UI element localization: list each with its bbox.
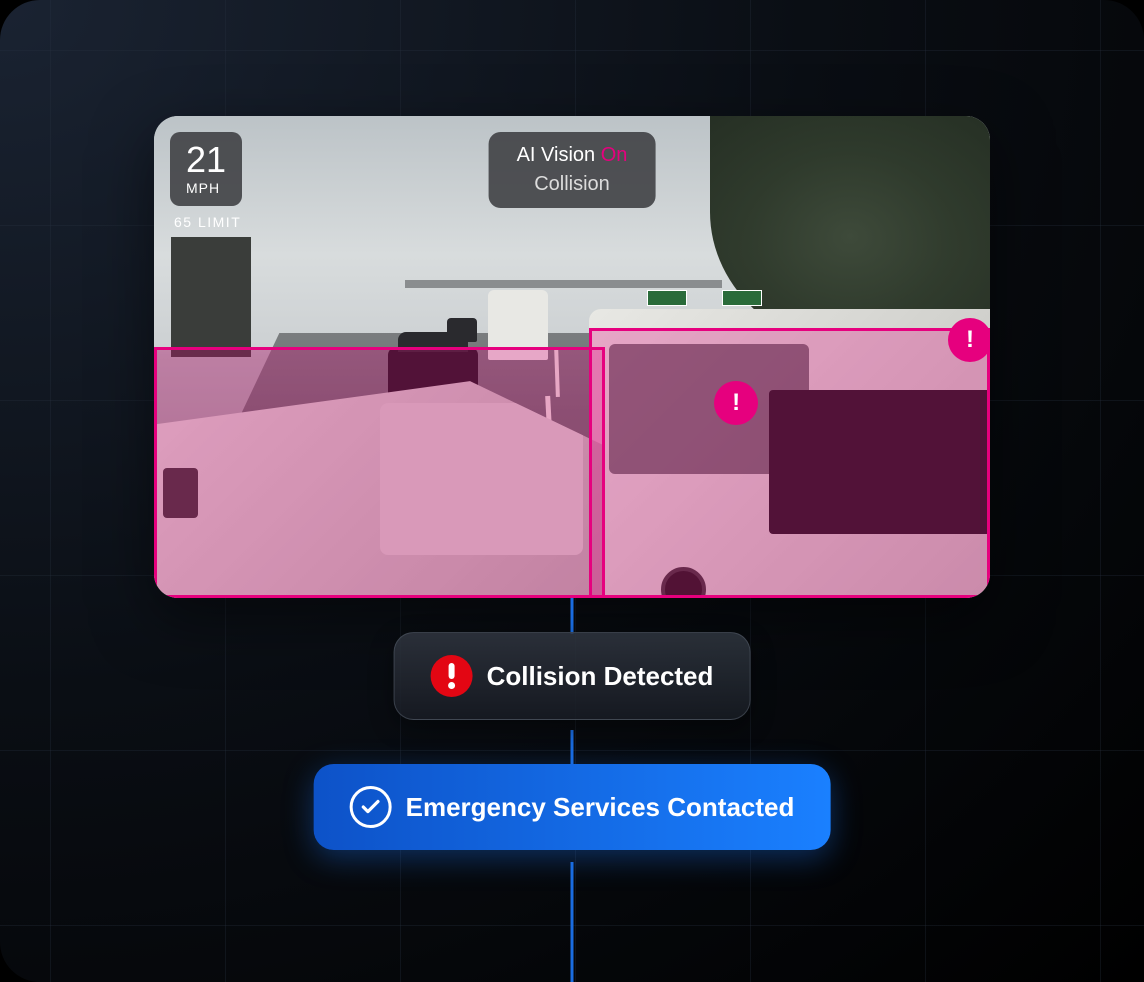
vehicle-truck-right	[589, 309, 990, 598]
check-icon	[350, 786, 392, 828]
dashcam-video-card: ! ! 21 MPH 65 LIMIT AI Vision On Collisi…	[154, 116, 990, 598]
alert-icon	[431, 655, 473, 697]
emergency-label: Emergency Services Contacted	[406, 792, 795, 823]
flow-connector-line	[571, 598, 574, 634]
flow-connector-line	[571, 862, 574, 982]
ai-vision-title: AI Vision On	[517, 144, 628, 167]
vehicle-van	[488, 290, 548, 360]
speed-limit: 65 LIMIT	[170, 214, 242, 230]
highway-sign	[647, 290, 687, 306]
scene-tree-left	[171, 237, 251, 357]
ai-vision-label: AI Vision	[517, 144, 596, 166]
ai-vision-event: Collision	[517, 173, 628, 196]
flow-connector-line	[571, 730, 574, 766]
emergency-contacted-badge: Emergency Services Contacted	[314, 764, 831, 850]
speed-box: 21 MPH	[170, 132, 242, 206]
collision-detected-badge: Collision Detected	[394, 632, 751, 720]
vehicle-truck-left	[154, 381, 605, 598]
warning-marker-icon: !	[714, 381, 758, 425]
dashboard-panel: ! ! 21 MPH 65 LIMIT AI Vision On Collisi…	[0, 0, 1144, 982]
scene-overpass	[405, 280, 723, 288]
collision-label: Collision Detected	[487, 661, 714, 692]
dashcam-scene: ! ! 21 MPH 65 LIMIT AI Vision On Collisi…	[154, 116, 990, 598]
warning-marker-icon: !	[948, 318, 990, 362]
highway-sign	[722, 290, 762, 306]
ai-vision-status: On	[601, 144, 628, 166]
ai-vision-badge: AI Vision On Collision	[489, 132, 656, 208]
speed-value: 21	[186, 142, 226, 178]
speed-unit: MPH	[186, 180, 226, 196]
speed-hud: 21 MPH 65 LIMIT	[170, 132, 242, 230]
